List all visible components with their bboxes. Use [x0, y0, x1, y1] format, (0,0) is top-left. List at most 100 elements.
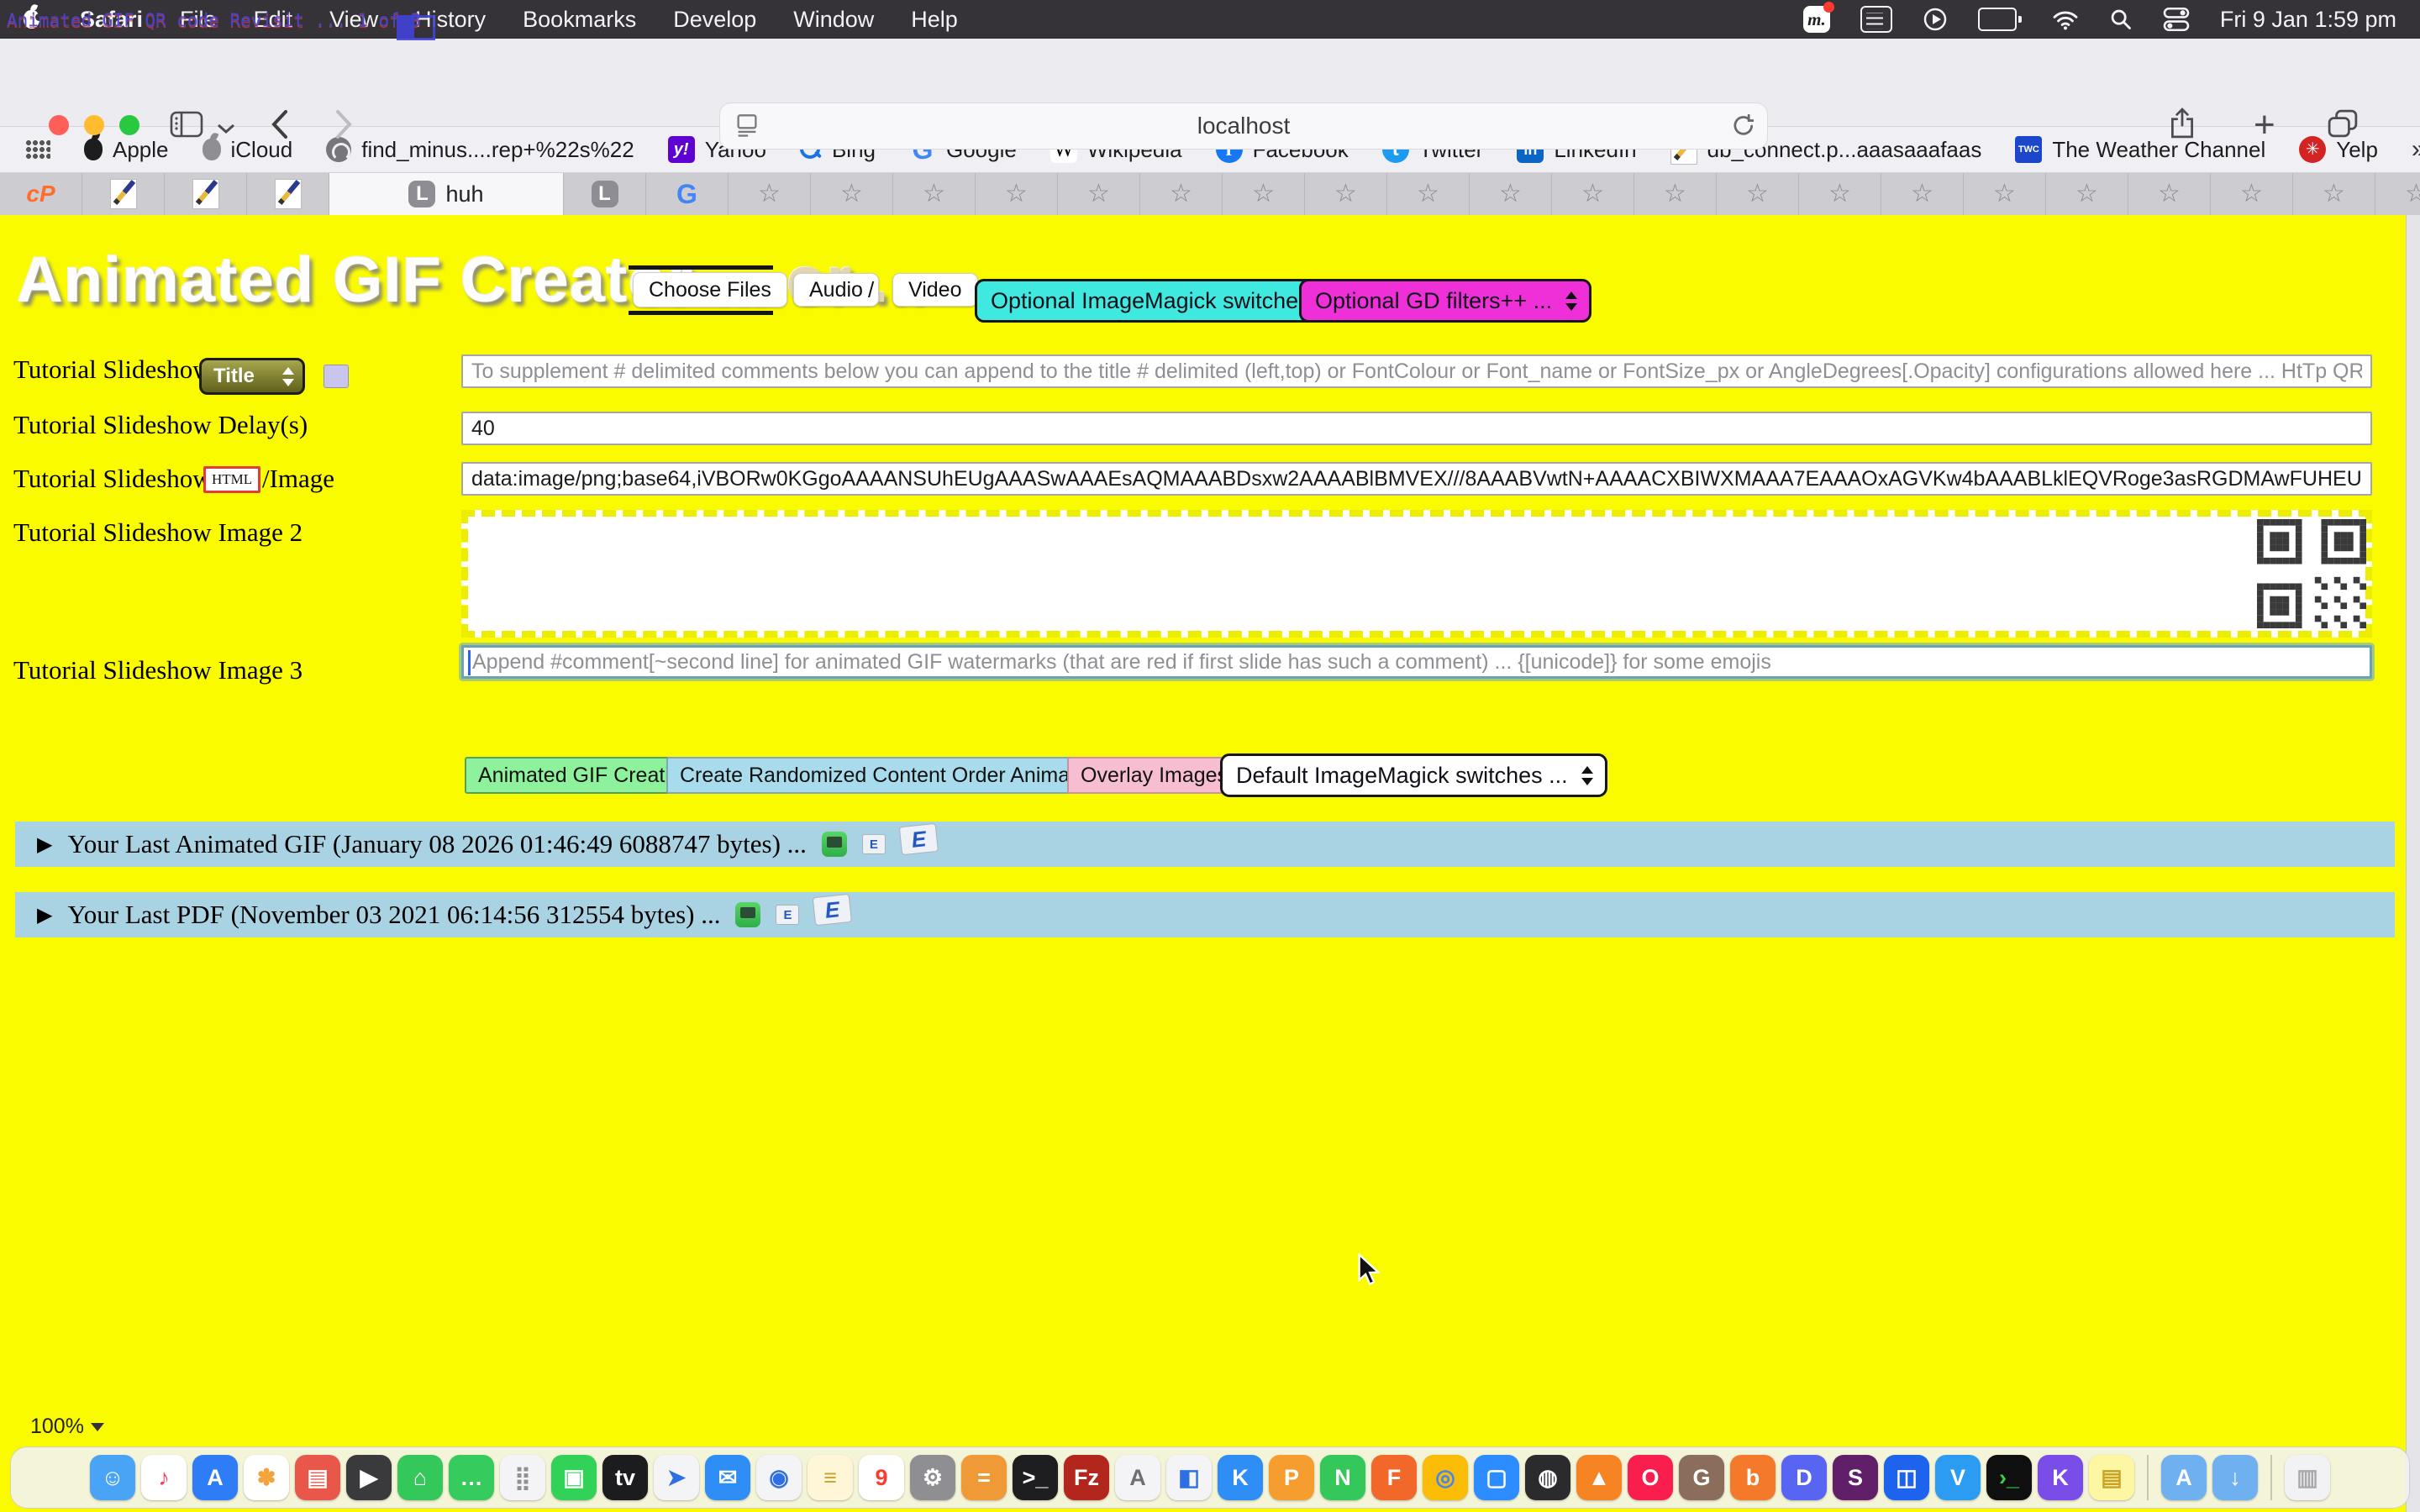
dock-app-docker-icon[interactable]: ◫: [1884, 1455, 1929, 1500]
tab-star[interactable]: ☆: [976, 173, 1058, 215]
new-tab-button[interactable]: +: [2254, 104, 2275, 146]
disclosure-triangle-icon[interactable]: ▶: [37, 832, 52, 857]
back-button[interactable]: [271, 109, 289, 139]
title-select[interactable]: Title: [199, 358, 305, 395]
tab[interactable]: L: [564, 173, 646, 215]
last-animated-gif-accordion[interactable]: ▶ Your Last Animated GIF (January 08 202…: [15, 822, 2395, 867]
tab-star[interactable]: ☆: [729, 173, 811, 215]
menu-item-window[interactable]: Window: [793, 7, 874, 33]
dock-app-gimp-icon[interactable]: G: [1679, 1455, 1724, 1500]
app-status-icon[interactable]: m.: [1803, 6, 1830, 33]
color-swatch[interactable]: [324, 365, 349, 388]
bookmark-apple[interactable]: Apple: [84, 137, 169, 163]
image-data-input[interactable]: [461, 462, 2372, 496]
video-button[interactable]: Video: [892, 273, 978, 307]
dock-app-opera-icon[interactable]: O: [1628, 1455, 1673, 1500]
tab-star[interactable]: ☆: [1470, 173, 1552, 215]
dock-app-mail-icon[interactable]: ✉: [705, 1455, 750, 1500]
tab-star[interactable]: ☆: [1634, 173, 1717, 215]
dock-app-keynote-icon[interactable]: K: [1218, 1455, 1263, 1500]
tab-star[interactable]: ☆: [2046, 173, 2128, 215]
battery-icon[interactable]: [1978, 8, 2022, 31]
tab-star[interactable]: ☆: [893, 173, 976, 215]
dock-app-books-icon[interactable]: ▤: [295, 1455, 340, 1500]
audio-button[interactable]: Audio: [793, 273, 879, 307]
dock-app-calculator-icon[interactable]: =: [961, 1455, 1007, 1500]
tab-star[interactable]: ☆: [1140, 173, 1223, 215]
bookmark-weather-channel[interactable]: TWCThe Weather Channel: [2015, 136, 2265, 163]
input-source-icon[interactable]: [1860, 6, 1892, 33]
choose-files-button[interactable]: Choose Files: [633, 272, 787, 307]
bookmarks-overflow-chevron[interactable]: »: [2412, 135, 2420, 164]
spotlight-search-icon[interactable]: [2109, 8, 2133, 31]
tab-star[interactable]: ☆: [2293, 173, 2375, 215]
title-config-input[interactable]: [461, 354, 2372, 388]
dock-app-home-icon[interactable]: ⌂: [397, 1455, 443, 1500]
dock-app-launchpad-icon[interactable]: ⣿: [500, 1455, 545, 1500]
menu-item-bookmarks[interactable]: Bookmarks: [523, 7, 636, 33]
gd-filters-select[interactable]: Optional GD filters++ ...: [1299, 279, 1591, 323]
device-screen-icon[interactable]: [822, 832, 847, 857]
tab-star[interactable]: ☆: [1964, 173, 2046, 215]
dock-app-firefox-icon[interactable]: F: [1371, 1455, 1417, 1500]
tab[interactable]: cP: [0, 173, 82, 215]
tab[interactable]: [247, 173, 329, 215]
bookmark-yelp[interactable]: ✳Yelp: [2299, 136, 2378, 163]
dock-app-pages-icon[interactable]: P: [1269, 1455, 1314, 1500]
dock-app-textedit-icon[interactable]: A: [1115, 1455, 1160, 1500]
dock-app-slack-icon[interactable]: S: [1833, 1455, 1878, 1500]
dock-app-facetime-icon[interactable]: ▣: [551, 1455, 597, 1500]
wifi-icon[interactable]: [2052, 8, 2079, 30]
tab-star[interactable]: ☆: [1881, 173, 1964, 215]
image2-preview[interactable]: [461, 510, 2372, 638]
reload-icon[interactable]: [1730, 114, 1754, 138]
page-format-icon[interactable]: [735, 113, 759, 139]
window-zoom-button[interactable]: [119, 115, 139, 135]
dock-app-quicktime-icon[interactable]: ▶: [346, 1455, 392, 1500]
tab-star[interactable]: ☆: [1552, 173, 1634, 215]
dock-app-discord-icon[interactable]: D: [1781, 1455, 1827, 1500]
html-chip-button[interactable]: HTML: [203, 466, 260, 493]
dock-app-photos-icon[interactable]: ✽: [244, 1455, 289, 1500]
dock-app-filezilla-icon[interactable]: Fz: [1064, 1455, 1109, 1500]
dock-app-notes-icon[interactable]: ≡: [808, 1455, 853, 1500]
tab-star[interactable]: ☆: [1223, 173, 1305, 215]
tab-star[interactable]: ☆: [1387, 173, 1470, 215]
tab-huh[interactable]: Lhuh: [329, 173, 564, 215]
dock-app-keyboard-maestro-icon[interactable]: K: [2038, 1455, 2083, 1500]
sidebar-chevron-icon[interactable]: [217, 123, 235, 134]
email-large-icon[interactable]: E: [813, 894, 852, 926]
tab[interactable]: [165, 173, 247, 215]
bookmark-find-minus[interactable]: find_minus....rep+%22s%22: [326, 137, 634, 163]
dock-app-numbers-icon[interactable]: N: [1320, 1455, 1365, 1500]
dock-app-vscode-icon[interactable]: V: [1935, 1455, 1981, 1500]
tab-star[interactable]: ☆: [1305, 173, 1387, 215]
menu-item-develop[interactable]: Develop: [673, 7, 756, 33]
overlay-images-button[interactable]: Overlay Images: [1067, 757, 1241, 794]
dock-app-calendar-icon[interactable]: 9: [859, 1455, 904, 1500]
dock-app-obs-icon[interactable]: ◍: [1525, 1455, 1570, 1500]
url-bar[interactable]: localhost: [719, 102, 1768, 150]
dock-app-folder-downloads-icon[interactable]: ↓: [2212, 1455, 2258, 1500]
tab-star[interactable]: ☆: [1717, 173, 1799, 215]
scrollbar[interactable]: [2406, 215, 2420, 1512]
tab-star[interactable]: ☆: [2211, 173, 2293, 215]
tab-star[interactable]: ☆: [1799, 173, 1881, 215]
dock-app-tv-icon[interactable]: tv: [602, 1455, 648, 1500]
window-close-button[interactable]: [49, 115, 69, 135]
default-imagemagick-select[interactable]: Default ImageMagick switches ...: [1220, 753, 1607, 797]
dock-app-app-store-icon[interactable]: A: [192, 1455, 238, 1500]
email-small-icon[interactable]: E: [862, 834, 886, 854]
tab[interactable]: G: [646, 173, 729, 215]
dock-app-stickies-icon[interactable]: ▤: [2089, 1455, 2134, 1500]
delay-input[interactable]: [461, 412, 2372, 445]
tab-star[interactable]: ☆: [2128, 173, 2211, 215]
forward-button[interactable]: [334, 109, 353, 139]
email-small-icon[interactable]: E: [776, 905, 799, 925]
share-icon[interactable]: [2170, 108, 2195, 139]
bookmark-icloud[interactable]: iCloud: [203, 137, 293, 163]
bookmark-apps-grid[interactable]: [25, 139, 50, 160]
dock-app-iterm-icon[interactable]: ›_: [1986, 1455, 2032, 1500]
play-status-icon[interactable]: [1923, 7, 1948, 32]
dock-app-folder-applications-icon[interactable]: A: [2161, 1455, 2207, 1500]
